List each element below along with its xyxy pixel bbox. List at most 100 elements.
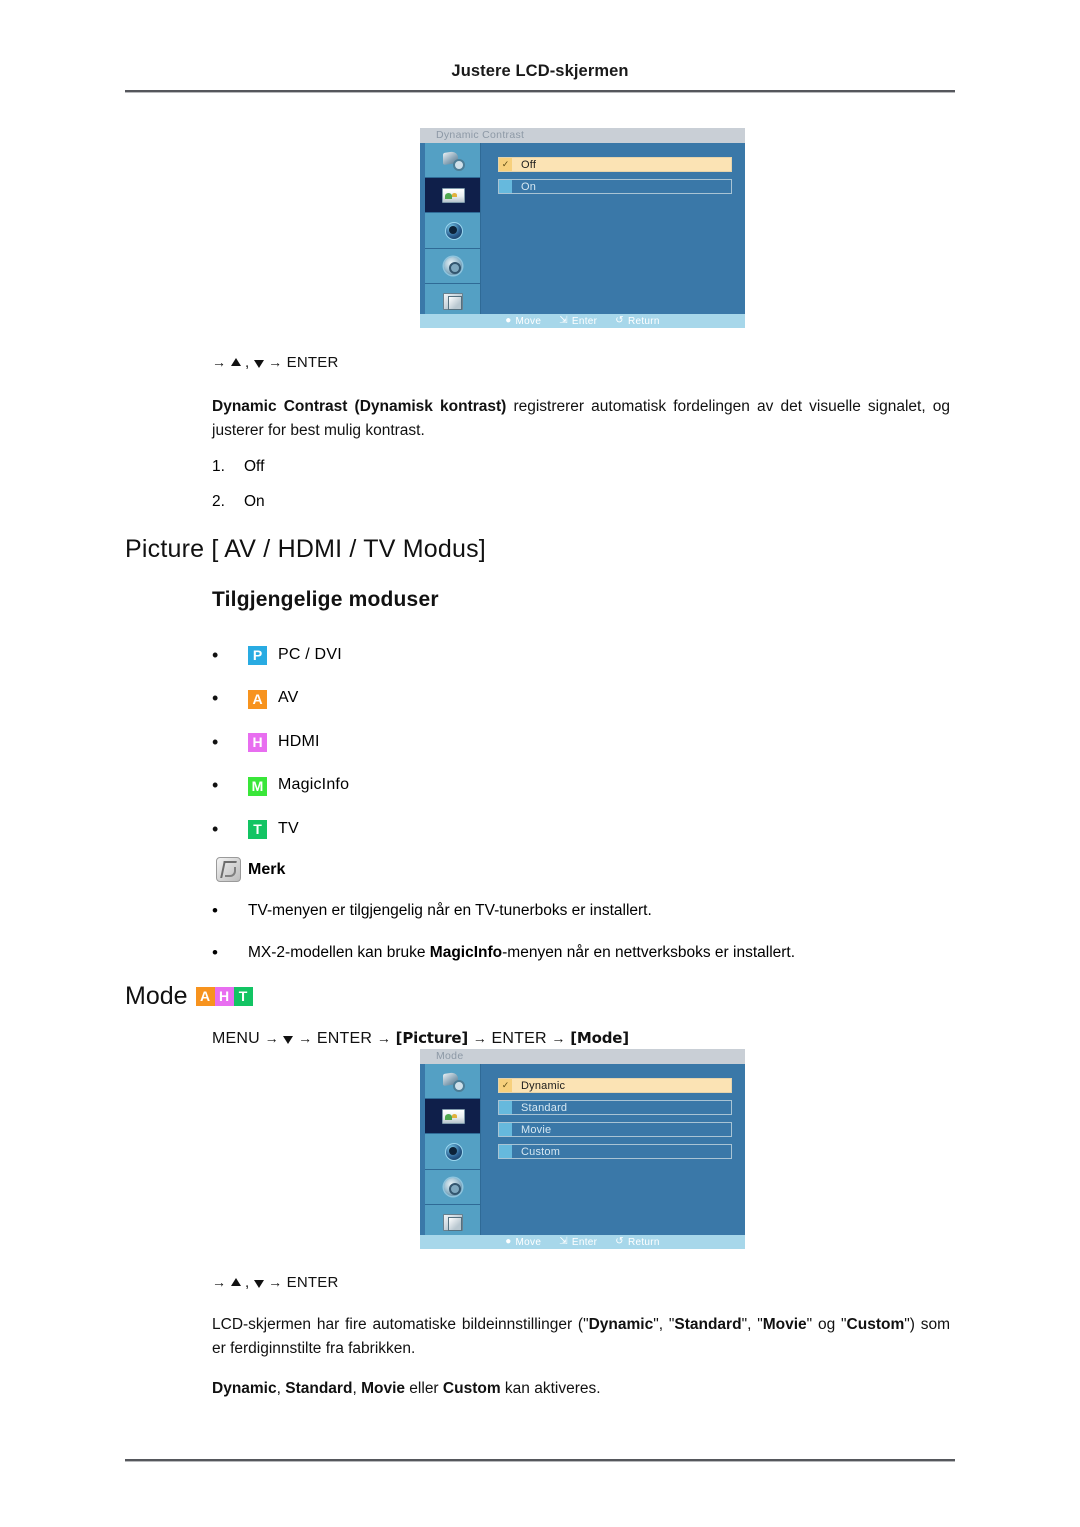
- bullet-icon: •: [212, 775, 219, 796]
- list-number: 1.: [212, 458, 225, 475]
- sound-icon: [440, 1141, 466, 1162]
- osd-content: ✓ Dynamic Standard Movie Custom: [482, 1064, 741, 1235]
- mode-label: PC / DVI: [278, 645, 342, 663]
- arrow-down-icon: [253, 360, 264, 368]
- note-title-label: Merk: [248, 860, 286, 878]
- bullet-icon: •: [212, 901, 218, 920]
- option-chip: [499, 1145, 512, 1158]
- osd-sidebar-item-multi-control[interactable]: [425, 1205, 480, 1239]
- subsection-title: Tilgjengelige moduser: [212, 588, 439, 611]
- osd-content: ✓ Off On: [482, 143, 741, 314]
- dynamic-contrast-options-list: 1. Off 2. On: [212, 458, 265, 528]
- arrow-down-icon: [283, 1036, 294, 1044]
- osd-footer-label: Move: [515, 315, 542, 327]
- osd-option-custom[interactable]: Custom: [498, 1144, 732, 1159]
- osd-body: ✓ Off On: [420, 143, 745, 314]
- osd-sidebar-item-setup[interactable]: [425, 249, 480, 284]
- option-chip: [499, 1101, 512, 1114]
- osd-option-off[interactable]: ✓ Off: [498, 157, 732, 172]
- osd-option-standard[interactable]: Standard: [498, 1100, 732, 1115]
- document-page: Justere LCD-skjermen Dynamic Contrast ✓ …: [0, 0, 1080, 1527]
- mode-heading-label: Mode: [125, 982, 188, 1010]
- mode-badge-hdmi: H: [214, 987, 234, 1006]
- input-icon: [440, 1071, 466, 1093]
- list-number: 2.: [212, 493, 225, 510]
- osd-footer-label: Move: [515, 1236, 542, 1248]
- osd-option-label: Dynamic: [521, 1079, 566, 1092]
- arrow-up-icon: [230, 358, 241, 366]
- osd-footer-label: Enter: [571, 315, 598, 327]
- nav-path-up-down-enter-1: → , → ENTER: [212, 354, 339, 371]
- note-text: MX-2-modellen kan bruke MagicInfo-menyen…: [248, 944, 796, 962]
- mode-label: MagicInfo: [278, 776, 350, 794]
- mode-label: AV: [278, 689, 299, 707]
- running-header: Justere LCD-skjermen: [451, 62, 629, 80]
- osd-title: Dynamic Contrast: [436, 129, 525, 141]
- list-label: On: [244, 493, 265, 510]
- osd-footer: ● Move ⇲ Enter ↺ Return: [420, 1235, 745, 1249]
- osd-option-movie[interactable]: Movie: [498, 1122, 732, 1137]
- osd-sidebar-item-sound[interactable]: [425, 1134, 480, 1170]
- osd-footer-return: ↺ Return: [615, 316, 660, 327]
- mode-badge-magicinfo: M: [248, 775, 278, 796]
- list-item: • A AV: [212, 677, 349, 721]
- description-bold-lead: Dynamic Contrast (Dynamisk kontrast): [212, 398, 507, 415]
- osd-sidebar-item-input[interactable]: [425, 1064, 480, 1100]
- dynamic-contrast-description: Dynamic Contrast (Dynamisk kontrast) reg…: [212, 395, 950, 443]
- mode-section-title: Mode A H T: [125, 982, 253, 1011]
- osd-option-dynamic[interactable]: ✓ Dynamic: [498, 1078, 732, 1093]
- mode-badge-group: A H T: [195, 987, 253, 1006]
- return-icon: ↺: [615, 1236, 624, 1247]
- osd-footer-move: ● Move: [505, 316, 541, 327]
- bullet-icon: •: [212, 731, 219, 752]
- mode-description: LCD-skjermen har fire automatiske bildei…: [212, 1316, 950, 1357]
- list-item: • M MagicInfo: [212, 764, 349, 808]
- osd-sidebar-item-picture[interactable]: [425, 178, 480, 214]
- bullet-icon: •: [212, 688, 219, 709]
- osd-body: ✓ Dynamic Standard Movie Custom: [420, 1064, 745, 1235]
- multi-control-icon: [440, 291, 466, 311]
- osd-option-on[interactable]: On: [498, 179, 732, 194]
- sound-icon: [440, 220, 466, 241]
- footer-rule: [125, 1459, 955, 1462]
- osd-sidebar: [425, 143, 481, 314]
- note-icon: [216, 857, 241, 882]
- note-text: TV-menyen er tilgjengelig når en TV-tune…: [248, 902, 652, 919]
- picture-icon: [440, 1106, 466, 1126]
- enter-icon: ⇲: [559, 1236, 568, 1247]
- check-icon: ✓: [499, 158, 512, 171]
- list-item: • TV-menyen er tilgjengelig når en TV-tu…: [212, 900, 952, 922]
- list-item: 2. On: [212, 493, 265, 511]
- mode-badge-tv: T: [248, 818, 278, 840]
- setup-icon: [440, 1177, 466, 1197]
- mode-badge-tv: T: [233, 987, 253, 1006]
- mode-badge-pc-dvi: P: [248, 644, 278, 666]
- option-chip: [499, 1123, 512, 1136]
- osd-option-label: On: [521, 180, 537, 193]
- osd-screenshot-dynamic-contrast: Dynamic Contrast ✓ Off On ● Move ⇲ Enter…: [420, 128, 745, 328]
- input-icon: [440, 150, 466, 172]
- list-label: Off: [244, 458, 265, 475]
- osd-footer-return: ↺ Return: [615, 1237, 660, 1248]
- osd-sidebar-item-input[interactable]: [425, 143, 480, 179]
- key-picture: [Picture]: [395, 1029, 469, 1047]
- osd-sidebar-item-multi-control[interactable]: [425, 284, 480, 318]
- mode-badge-av: A: [248, 688, 278, 709]
- enter-icon: ⇲: [559, 315, 568, 326]
- osd-sidebar: [425, 1064, 481, 1235]
- osd-sidebar-item-setup[interactable]: [425, 1170, 480, 1205]
- note-list: • TV-menyen er tilgjengelig når en TV-tu…: [212, 900, 952, 984]
- mode-badge-hdmi: H: [248, 731, 278, 753]
- osd-screenshot-mode: Mode ✓ Dynamic Standard Movie Custom ● M…: [420, 1049, 745, 1249]
- bullet-icon: •: [212, 644, 219, 665]
- osd-option-label: Off: [521, 158, 537, 171]
- osd-footer-enter: ⇲ Enter: [559, 316, 597, 327]
- osd-footer-label: Return: [627, 315, 660, 327]
- check-icon: ✓: [499, 1079, 512, 1092]
- osd-sidebar-item-sound[interactable]: [425, 213, 480, 249]
- option-chip: [499, 180, 512, 193]
- setup-icon: [440, 256, 466, 276]
- bullet-icon: •: [212, 943, 218, 963]
- mode-label: HDMI: [278, 732, 320, 750]
- osd-sidebar-item-picture[interactable]: [425, 1099, 480, 1135]
